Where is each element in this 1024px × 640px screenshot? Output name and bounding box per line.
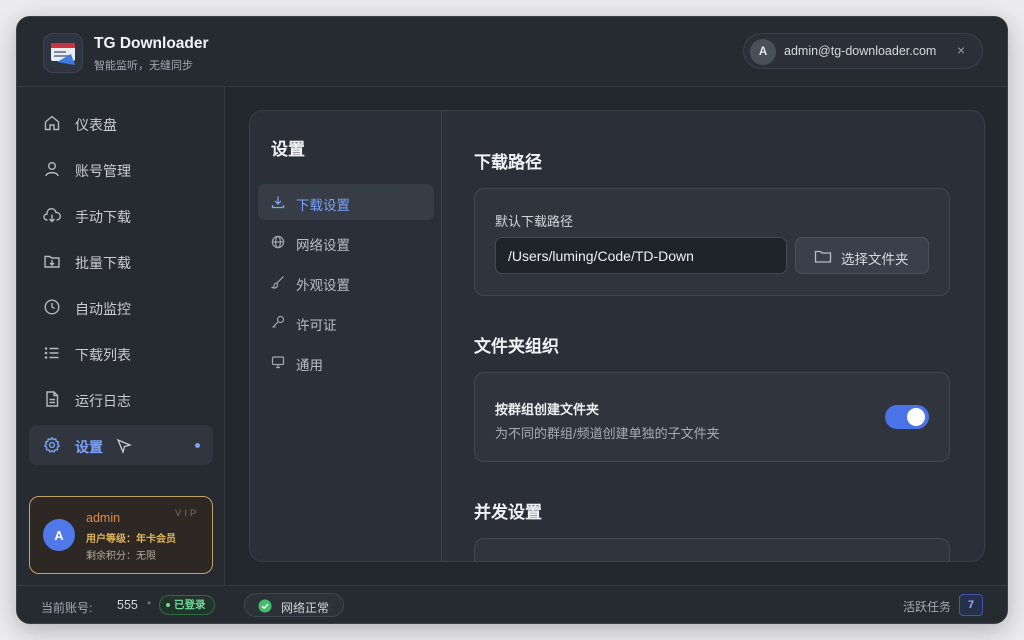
network-status[interactable]: 网络正常 [244,593,344,617]
sidebar-item-settings[interactable]: 设置 [29,425,213,465]
sidebar-item-dashboard[interactable]: 仪表盘 [29,103,213,143]
status-dot [166,603,170,608]
cursor-icon [116,438,132,454]
sidebar-item-logs[interactable]: 运行日志 [29,379,213,419]
concurrency-card [474,538,950,561]
sidebar: 仪表盘 账号管理 手动下载 批量下载 自动监控 下载列表 运行日志 设置 A a… [17,87,225,585]
sidebar-item-label: 仪表盘 [75,117,117,133]
sidebar-item-label: 运行日志 [75,393,131,409]
download-icon [271,196,285,209]
sidebar-item-label: 手动下载 [75,209,131,225]
choose-folder-button[interactable]: 选择文件夹 [795,237,929,274]
group-folder-title: 按群组创建文件夹 [495,402,600,417]
app-header: TG Downloader 智能监听，无缝同步 A admin@tg-downl… [17,17,1007,87]
home-icon [44,115,60,131]
settings-panel: 设置 下载设置 网络设置 外观设置 许可证 通用 下载路径 默认下载路径 /Us… [249,110,985,562]
account-pill[interactable]: A admin@tg-downloader.com × [743,33,983,69]
sidebar-item-auto-monitor[interactable]: 自动监控 [29,287,213,327]
key-icon [272,315,285,328]
settings-content: 下载路径 默认下载路径 选择文件夹 文件夹组织 按群组创建文件夹 为不同的群组/… [443,111,984,561]
toggle-knob [907,408,925,426]
folder-org-card: 按群组创建文件夹 为不同的群组/频道创建单独的子文件夹 [474,372,950,462]
sidebar-item-label: 账号管理 [75,163,131,179]
tab-license[interactable]: 许可证 [258,304,434,340]
group-folder-description: 为不同的群组/频道创建单独的子文件夹 [495,426,720,441]
group-folder-toggle[interactable] [885,405,929,429]
vip-points: 剩余积分：无限 [86,551,156,562]
sidebar-item-label: 自动监控 [75,301,131,317]
section-title-download-path: 下载路径 [474,153,542,172]
tab-label: 下载设置 [296,198,350,213]
tab-general[interactable]: 通用 [258,344,434,380]
user-icon [45,162,59,177]
account-avatar: A [750,39,776,65]
sidebar-item-label: 下载列表 [75,347,131,363]
vip-badge: VIP [175,508,200,519]
current-account-label: 当前账号: [41,601,93,615]
download-path-input[interactable] [495,237,787,274]
settings-nav: 设置 下载设置 网络设置 外观设置 许可证 通用 [250,111,442,561]
current-account-value: 555 [117,598,138,612]
tab-network-settings[interactable]: 网络设置 [258,224,434,260]
status-bar: 当前账号: 555 • 已登录 网络正常 活跃任务 7 [17,585,1007,623]
download-path-card: 默认下载路径 选择文件夹 [474,188,950,296]
tab-label: 通用 [296,358,323,373]
cloud-download-icon [43,207,61,223]
folder-icon [814,250,832,263]
section-title-concurrency: 并发设置 [474,503,542,522]
app-subtitle: 智能监听，无缝同步 [94,60,193,72]
sidebar-item-accounts[interactable]: 账号管理 [29,149,213,189]
app-window: TG Downloader 智能监听，无缝同步 A admin@tg-downl… [16,16,1008,624]
clock-icon [44,299,60,315]
sidebar-item-label: 批量下载 [75,255,131,271]
app-logo-icon [43,33,83,73]
sidebar-item-download-list[interactable]: 下载列表 [29,333,213,373]
separator: • [147,596,152,610]
sidebar-item-label: 设置 [75,439,103,455]
active-tasks-label: 活跃任务 [903,600,952,614]
folder-download-icon [44,255,60,268]
active-indicator [195,443,200,448]
logged-in-label: 已登录 [174,599,206,611]
brush-icon [271,276,284,289]
default-path-label: 默认下载路径 [495,214,574,229]
vip-username: admin [86,511,121,525]
tab-label: 网络设置 [296,238,350,253]
sidebar-item-manual-download[interactable]: 手动下载 [29,195,213,235]
globe-icon [271,235,285,249]
tab-download-settings[interactable]: 下载设置 [258,184,434,220]
section-title-folder-org: 文件夹组织 [474,337,559,356]
settings-title: 设置 [271,140,305,159]
vip-card[interactable]: A admin VIP 用户等级：年卡会员 剩余积分：无限 [29,496,213,574]
tab-appearance-settings[interactable]: 外观设置 [258,264,434,300]
gear-icon [43,436,61,453]
sidebar-item-batch-download[interactable]: 批量下载 [29,241,213,281]
close-icon[interactable]: × [957,42,965,58]
vip-level: 用户等级：年卡会员 [86,534,176,545]
app-title: TG Downloader [94,35,209,52]
tab-label: 许可证 [296,318,337,333]
avatar: A [43,519,75,551]
check-circle-icon [258,599,272,613]
document-icon [46,391,59,407]
active-tasks-count[interactable]: 7 [959,594,983,616]
network-status-label: 网络正常 [281,601,330,615]
monitor-icon [271,356,285,369]
status-badge: 已登录 [159,595,215,615]
account-email: admin@tg-downloader.com [784,44,937,58]
choose-folder-label: 选择文件夹 [841,252,909,267]
list-icon [44,347,59,359]
tab-label: 外观设置 [296,278,350,293]
